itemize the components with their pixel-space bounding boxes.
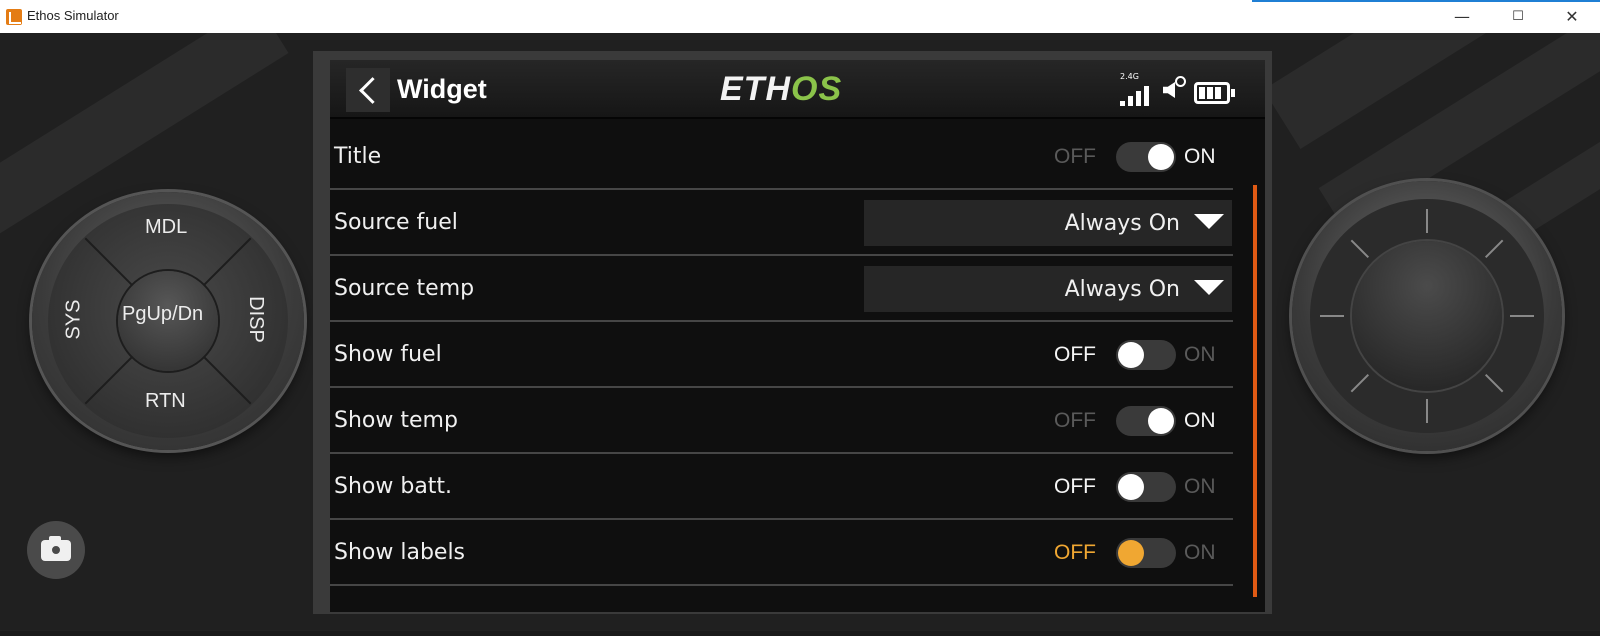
window-title: Ethos Simulator	[27, 8, 119, 23]
rtn-button[interactable]: RTN	[145, 390, 186, 413]
dropdown-value: Always On	[1064, 211, 1180, 236]
logo-os: OS	[791, 70, 843, 108]
setting-row-title[interactable]: Title OFF ON	[330, 124, 1233, 190]
toggle-on-label: ON	[1184, 541, 1216, 564]
ethos-logo: ETHOS	[720, 70, 842, 109]
title-toggle[interactable]: OFF ON	[1054, 141, 1234, 173]
disp-button[interactable]: DISP	[244, 296, 267, 343]
show-batt-toggle[interactable]: OFF ON	[1054, 471, 1234, 503]
maximize-button[interactable]: ☐	[1508, 7, 1528, 27]
toggle-off-label: OFF	[1054, 409, 1096, 432]
rotary-encoder[interactable]	[1292, 181, 1562, 451]
toggle-off-label: OFF	[1054, 541, 1096, 564]
knob-tick	[1484, 239, 1504, 259]
source-fuel-dropdown[interactable]: Always On	[864, 200, 1232, 246]
camera-icon-lens	[50, 544, 62, 556]
band-label: 2.4G	[1120, 72, 1139, 81]
back-arrow-icon[interactable]	[346, 68, 390, 112]
toggle-thumb[interactable]	[1148, 408, 1174, 434]
app-logo-icon	[6, 9, 22, 25]
toggle-thumb[interactable]	[1118, 540, 1144, 566]
pgup-dn-label: PgUp/Dn	[122, 303, 204, 325]
logo-eth: ETH	[720, 70, 791, 108]
toggle-off-label: OFF	[1054, 145, 1096, 168]
setting-row-show-temp[interactable]: Show temp OFF ON	[330, 388, 1233, 454]
toggle-on-label: ON	[1184, 409, 1216, 432]
dropdown-value: Always On	[1064, 277, 1180, 302]
setting-row-show-fuel[interactable]: Show fuel OFF ON	[330, 322, 1233, 388]
setting-label: Show batt.	[334, 474, 453, 499]
toggle-off-label: OFF	[1054, 475, 1096, 498]
knob-tick	[1426, 209, 1428, 233]
radio-screen: Widget ETHOS 2.4G Title OFF ON Source fu…	[330, 60, 1265, 612]
toggle-on-label: ON	[1184, 475, 1216, 498]
navigation-dpad: MDL SYS DISP RTN PgUp/Dn	[32, 192, 304, 450]
setting-row-source-temp[interactable]: Source temp Always On	[330, 256, 1233, 322]
show-fuel-toggle[interactable]: OFF ON	[1054, 339, 1234, 371]
setting-label: Source temp	[334, 276, 475, 301]
knob-tick	[1320, 315, 1344, 317]
toggle-track[interactable]	[1116, 142, 1176, 172]
knob-tick	[1426, 399, 1428, 423]
setting-label: Source fuel	[334, 210, 458, 235]
knob-tick	[1484, 373, 1504, 393]
screenshot-button[interactable]	[27, 521, 85, 579]
mdl-button[interactable]: MDL	[145, 216, 187, 239]
knob-center[interactable]	[1352, 241, 1502, 391]
window-titlebar: Ethos Simulator — ☐ ✕	[0, 0, 1600, 33]
setting-label: Title	[334, 144, 382, 169]
toggle-track[interactable]	[1116, 340, 1176, 370]
setting-row-show-batt[interactable]: Show batt. OFF ON	[330, 454, 1233, 520]
sys-button[interactable]: SYS	[63, 299, 86, 339]
speaker-muted-icon	[1163, 82, 1175, 98]
setting-label: Show fuel	[334, 342, 442, 367]
knob-tick	[1350, 239, 1370, 259]
minimize-button[interactable]: —	[1452, 7, 1472, 27]
close-button[interactable]: ✕	[1562, 7, 1582, 27]
toggle-off-label: OFF	[1054, 343, 1096, 366]
setting-row-source-fuel[interactable]: Source fuel Always On	[330, 190, 1233, 256]
dropdown-arrow-icon	[1194, 214, 1224, 229]
setting-label: Show temp	[334, 408, 458, 433]
knob-tick	[1510, 315, 1534, 317]
toggle-on-label: ON	[1184, 343, 1216, 366]
toggle-thumb[interactable]	[1118, 474, 1144, 500]
knob-face	[1310, 199, 1544, 433]
toggle-track[interactable]	[1116, 538, 1176, 568]
toggle-thumb[interactable]	[1118, 342, 1144, 368]
show-temp-toggle[interactable]: OFF ON	[1054, 405, 1234, 437]
toggle-track[interactable]	[1116, 406, 1176, 436]
toggle-on-label: ON	[1184, 145, 1216, 168]
scrollbar[interactable]	[1253, 185, 1257, 597]
dropdown-arrow-icon	[1194, 280, 1224, 295]
toggle-track[interactable]	[1116, 472, 1176, 502]
titlebar-accent	[1252, 0, 1600, 2]
source-temp-dropdown[interactable]: Always On	[864, 266, 1232, 312]
screen-header: Widget ETHOS 2.4G	[330, 60, 1265, 119]
page-title: Widget	[397, 74, 487, 104]
mute-indicator-icon	[1175, 76, 1186, 87]
show-labels-toggle[interactable]: OFF ON	[1054, 537, 1234, 569]
battery-icon	[1194, 82, 1235, 104]
setting-label: Show labels	[334, 540, 466, 565]
toggle-thumb[interactable]	[1148, 144, 1174, 170]
knob-tick	[1350, 373, 1370, 393]
status-bar: 2.4G	[1120, 72, 1250, 110]
setting-row-show-labels[interactable]: Show labels OFF ON	[330, 520, 1233, 586]
